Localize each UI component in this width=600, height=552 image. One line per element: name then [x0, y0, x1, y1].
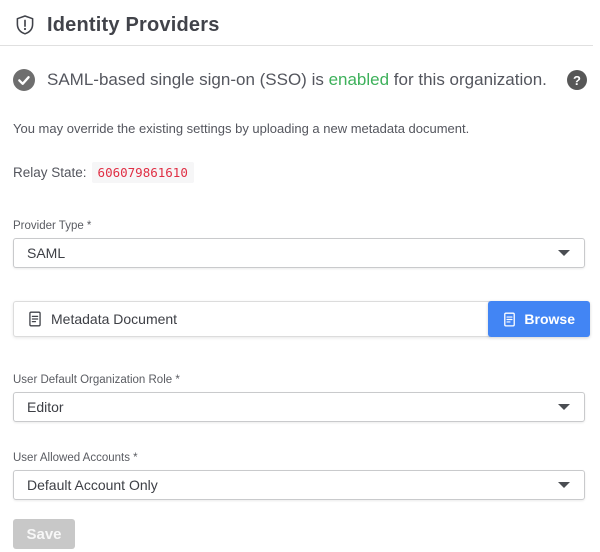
default-role-select[interactable]: Editor	[13, 392, 585, 422]
document-icon	[28, 311, 42, 327]
default-role-group: User Default Organization Role * Editor	[13, 374, 585, 422]
sso-enabled-highlight: enabled	[329, 70, 390, 89]
metadata-file-input[interactable]: Metadata Document	[13, 301, 490, 337]
allowed-accounts-value: Default Account Only	[27, 477, 158, 493]
page-title: Identity Providers	[47, 14, 220, 37]
metadata-placeholder: Metadata Document	[51, 311, 177, 327]
default-role-value: Editor	[27, 399, 64, 415]
relay-state-row: Relay State: 606079861610	[13, 162, 587, 183]
relay-state-label: Relay State:	[13, 165, 87, 180]
override-description: You may override the existing settings b…	[13, 121, 587, 136]
browse-button-label: Browse	[524, 311, 575, 327]
allowed-accounts-label: User Allowed Accounts *	[13, 452, 585, 464]
provider-type-group: Provider Type * SAML	[13, 220, 585, 268]
chevron-down-icon	[558, 404, 570, 410]
provider-type-label: Provider Type *	[13, 220, 585, 232]
chevron-down-icon	[558, 250, 570, 256]
provider-type-value: SAML	[27, 245, 65, 261]
sso-status-text: SAML-based single sign-on (SSO) is enabl…	[47, 70, 547, 90]
help-icon[interactable]: ?	[567, 70, 587, 90]
shield-exclamation-icon	[14, 13, 36, 37]
relay-state-value: 606079861610	[92, 162, 194, 183]
metadata-upload-row: Metadata Document Browse	[13, 301, 590, 337]
allowed-accounts-group: User Allowed Accounts * Default Account …	[13, 452, 585, 500]
provider-type-select[interactable]: SAML	[13, 238, 585, 268]
allowed-accounts-select[interactable]: Default Account Only	[13, 470, 585, 500]
chevron-down-icon	[558, 482, 570, 488]
save-button[interactable]: Save	[13, 519, 75, 549]
page-header: Identity Providers	[0, 0, 600, 45]
sso-status-row: SAML-based single sign-on (SSO) is enabl…	[13, 69, 587, 91]
document-icon-white	[503, 312, 516, 327]
default-role-label: User Default Organization Role *	[13, 374, 585, 386]
browse-button[interactable]: Browse	[488, 301, 590, 337]
header-divider	[0, 45, 593, 46]
check-circle-icon	[13, 69, 35, 91]
